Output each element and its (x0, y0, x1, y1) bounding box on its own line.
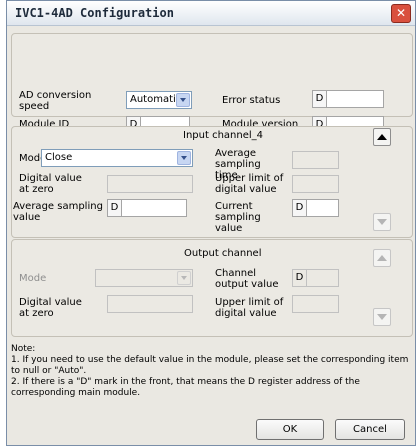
output-mode-select[interactable] (95, 269, 193, 287)
note-line-2: 2. If there is a "D" mark in the front, … (11, 377, 360, 398)
output-channel-title: Output channel (184, 248, 262, 259)
current-sampling-value-field[interactable]: D (292, 199, 339, 217)
d-register-prefix: D (108, 200, 122, 216)
note-line-1: 1. If you need to use the default value … (11, 355, 409, 376)
input-digital-zero-label: Digital value at zero (19, 173, 82, 195)
input-upper-limit-field[interactable] (292, 175, 339, 193)
close-icon: ✕ (395, 6, 407, 20)
output-digital-zero-field[interactable] (107, 295, 193, 313)
input-digital-zero-field[interactable] (107, 175, 193, 193)
average-sampling-time-field[interactable] (292, 151, 339, 169)
output-digital-zero-label: Digital value at zero (19, 297, 82, 319)
arrow-down-icon[interactable] (373, 213, 391, 231)
average-sampling-value-field[interactable]: D (107, 199, 187, 217)
note-heading: Note: (11, 344, 36, 354)
arrow-up-icon[interactable] (373, 249, 391, 267)
output-mode-label: Mode (19, 273, 47, 284)
d-register-prefix: D (293, 200, 307, 216)
output-upper-limit-label: Upper limit of digital value (215, 297, 284, 319)
close-button[interactable]: ✕ (391, 4, 411, 23)
error-status-field[interactable]: D (312, 90, 384, 108)
input-channel-title: Input channel_4 (183, 130, 264, 141)
d-register-prefix: D (313, 91, 327, 107)
cancel-button[interactable]: Cancel (335, 419, 405, 440)
ad-conversion-speed-label: AD conversion speed (19, 90, 92, 112)
d-register-prefix: D (293, 270, 307, 286)
channel-output-value-field[interactable]: D (292, 269, 339, 287)
output-upper-limit-field[interactable] (292, 295, 339, 313)
input-mode-value: Close (45, 152, 73, 163)
error-status-label: Error status (222, 95, 281, 106)
ad-conversion-speed-value: Automatic (130, 94, 182, 105)
input-mode-select[interactable]: Close (41, 149, 193, 167)
input-upper-limit-label: Upper limit of digital value (215, 173, 284, 195)
arrow-down-icon[interactable] (373, 308, 391, 326)
ok-button[interactable]: OK (256, 419, 324, 440)
chevron-down-icon (176, 93, 190, 107)
channel-output-value-label: Channel output value (215, 268, 279, 290)
current-sampling-value-label: Current sampling value (215, 201, 261, 234)
average-sampling-value-label: Average sampling value (13, 201, 103, 223)
chevron-down-icon (177, 271, 191, 285)
title-bar[interactable]: IVC1-4AD Configuration ✕ (7, 1, 415, 26)
arrow-up-icon[interactable] (373, 128, 391, 146)
window-title: IVC1-4AD Configuration (15, 6, 174, 20)
note-section: Note: 1. If you need to use the default … (11, 344, 411, 399)
ad-conversion-speed-select[interactable]: Automatic (126, 91, 192, 109)
configuration-dialog: IVC1-4AD Configuration ✕ AD conversion s… (6, 0, 416, 446)
chevron-down-icon (177, 151, 191, 165)
